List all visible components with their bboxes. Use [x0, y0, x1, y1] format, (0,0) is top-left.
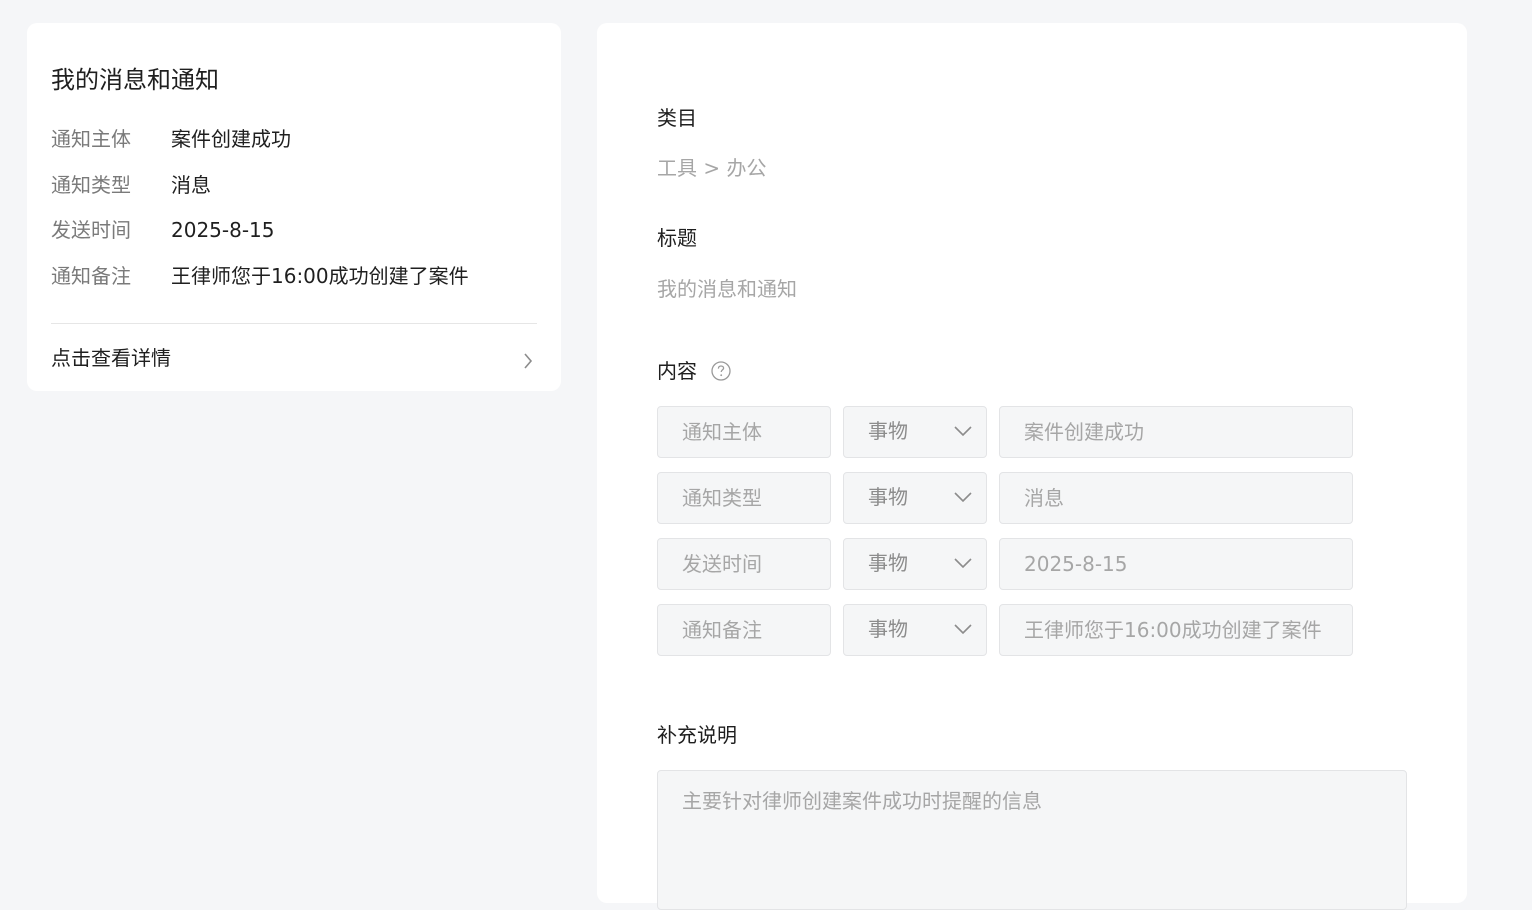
preview-row-type: 通知类型 消息 [51, 171, 211, 199]
preview-row-time: 发送时间 2025-8-15 [51, 216, 275, 244]
select-value: 事物 [868, 419, 908, 443]
content-field-name-input[interactable]: 通知类型 [657, 472, 831, 524]
preview-value: 消息 [171, 173, 211, 197]
category-label: 类目 [657, 106, 697, 130]
title-value: 我的消息和通知 [657, 277, 797, 301]
content-label: 内容 [657, 359, 697, 383]
divider [51, 323, 537, 324]
preview-row-note: 通知备注 王律师您于16:00成功创建了案件 [51, 262, 469, 290]
chevron-down-icon [954, 426, 972, 436]
title-label: 标题 [657, 226, 697, 250]
preview-key: 通知类型 [51, 173, 131, 197]
preview-key: 通知备注 [51, 264, 131, 288]
category-value: 工具 > 办公 [657, 156, 767, 180]
content-field-name-input[interactable]: 通知备注 [657, 604, 831, 656]
content-field-value-input[interactable]: 消息 [999, 472, 1353, 524]
select-value: 事物 [868, 485, 908, 509]
supplement-textarea[interactable]: 主要针对律师创建案件成功时提醒的信息 [657, 770, 1407, 910]
select-value: 事物 [868, 551, 908, 575]
preview-value: 2025-8-15 [171, 218, 275, 242]
select-value: 事物 [868, 617, 908, 641]
content-field-value-input[interactable]: 案件创建成功 [999, 406, 1353, 458]
chevron-down-icon [954, 624, 972, 634]
content-field-name-input[interactable]: 发送时间 [657, 538, 831, 590]
content-field-type-select[interactable]: 事物 [843, 472, 987, 524]
preview-row-subject: 通知主体 案件创建成功 [51, 125, 291, 153]
content-label-row: 内容 [657, 357, 732, 385]
preview-value: 王律师您于16:00成功创建了案件 [171, 264, 469, 288]
supplement-label: 补充说明 [657, 723, 737, 747]
content-field-type-select[interactable]: 事物 [843, 604, 987, 656]
content-field-type-select[interactable]: 事物 [843, 406, 987, 458]
chevron-right-icon [524, 353, 533, 369]
question-circle-icon[interactable] [711, 361, 732, 381]
chevron-down-icon [954, 492, 972, 502]
template-form-card: 类目 工具 > 办公 标题 我的消息和通知 内容 通知主体 事物 案件创建成功 … [597, 23, 1467, 910]
chevron-down-icon [954, 558, 972, 568]
preview-key: 通知主体 [51, 127, 131, 151]
preview-key: 发送时间 [51, 218, 131, 242]
preview-value: 案件创建成功 [171, 127, 291, 151]
content-field-type-select[interactable]: 事物 [843, 538, 987, 590]
content-field-value-input[interactable]: 王律师您于16:00成功创建了案件 [999, 604, 1353, 656]
notification-preview-card: 我的消息和通知 通知主体 案件创建成功 通知类型 消息 发送时间 2025-8-15 … [27, 23, 561, 391]
content-field-name-input[interactable]: 通知主体 [657, 406, 831, 458]
content-field-value-input[interactable]: 2025-8-15 [999, 538, 1353, 590]
view-details-link[interactable]: 点击查看详情 [51, 344, 537, 372]
view-details-label: 点击查看详情 [51, 346, 171, 370]
preview-title: 我的消息和通知 [51, 66, 219, 94]
